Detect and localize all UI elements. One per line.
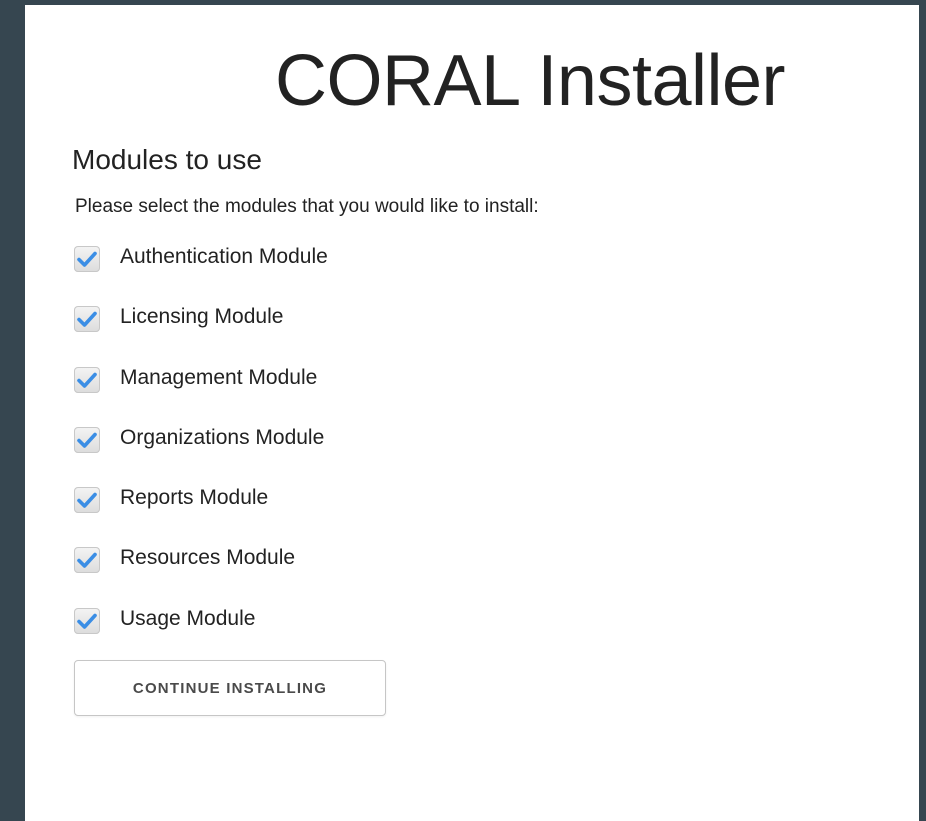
module-item-reports[interactable]: Reports Module [74,479,328,539]
licensing-checkbox[interactable] [74,306,100,333]
checkmark-icon [77,432,97,448]
management-checkbox[interactable] [74,366,100,393]
module-item-authentication[interactable]: Authentication Module [74,238,328,298]
checkmark-icon [77,553,97,569]
usage-checkbox[interactable] [74,607,100,634]
section-heading: Modules to use [72,144,262,175]
title-container: CORAL Installer [25,23,926,121]
module-item-resources[interactable]: Resources Module [74,539,328,599]
module-label: Resources Module [120,546,296,570]
module-label: Organizations Module [120,425,325,449]
module-item-usage[interactable]: Usage Module [74,600,328,660]
module-item-organizations[interactable]: Organizations Module [74,419,328,479]
module-label: Reports Module [120,486,269,510]
checkmark-icon [77,372,97,388]
page-title: CORAL Installer [275,41,786,121]
continue-installing-button[interactable]: CONTINUE INSTALLING [74,660,386,716]
instruction-text: Please select the modules that you would… [75,196,539,217]
module-list: Authentication Module Licensing Module M… [74,238,328,660]
module-label: Management Module [120,365,318,389]
resources-checkbox[interactable] [74,547,100,574]
module-item-management[interactable]: Management Module [74,359,328,419]
authentication-checkbox[interactable] [74,246,100,272]
checkmark-icon [77,492,97,508]
module-label: Usage Module [120,606,256,630]
module-label: Authentication Module [120,245,328,268]
checkmark-icon [77,613,97,629]
installer-panel: CORAL Installer Modules to use Please se… [25,5,919,821]
checkmark-icon [77,311,97,328]
organizations-checkbox[interactable] [74,426,100,453]
module-label: Licensing Module [120,305,284,329]
module-item-licensing[interactable]: Licensing Module [74,298,328,358]
checkmark-icon [77,251,97,267]
reports-checkbox[interactable] [74,487,100,514]
